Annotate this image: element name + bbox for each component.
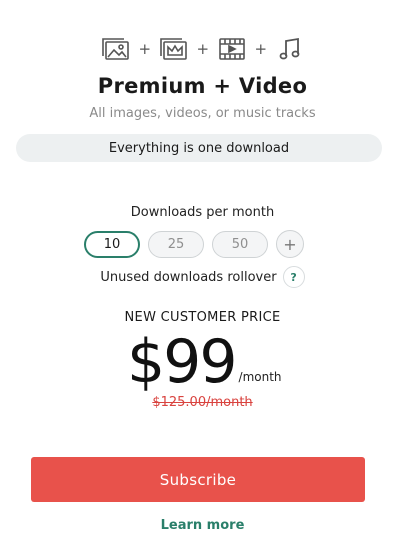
price-amount: $99 bbox=[127, 327, 238, 397]
original-price: $125.00/month bbox=[152, 395, 253, 410]
video-icon bbox=[217, 34, 247, 64]
more-downloads-button[interactable]: + bbox=[276, 230, 304, 258]
plan-subtitle: All images, videos, or music tracks bbox=[89, 106, 316, 121]
price-display: $99 /month bbox=[127, 328, 282, 396]
plus-sign: + bbox=[196, 40, 210, 58]
downloads-option-10[interactable]: 10 bbox=[84, 230, 140, 258]
downloads-options: 10 25 50 + bbox=[84, 230, 304, 258]
plus-sign: + bbox=[254, 40, 268, 58]
subscribe-button[interactable]: Subscribe bbox=[31, 457, 365, 502]
rollover-row: Unused downloads rollover ? bbox=[0, 266, 405, 288]
learn-more-link[interactable]: Learn more bbox=[0, 518, 405, 533]
downloads-option-25[interactable]: 25 bbox=[148, 230, 204, 258]
one-download-pill: Everything is one download bbox=[16, 134, 382, 162]
image-icon bbox=[101, 34, 131, 64]
music-icon bbox=[275, 34, 305, 64]
downloads-label: Downloads per month bbox=[130, 205, 275, 220]
help-icon[interactable]: ? bbox=[282, 266, 305, 288]
plan-title: Premium + Video bbox=[97, 74, 308, 98]
new-customer-price-label: NEW CUSTOMER PRICE bbox=[124, 310, 281, 325]
plus-sign: + bbox=[138, 40, 152, 58]
product-icons-row: + + + bbox=[0, 34, 405, 64]
crown-image-icon bbox=[159, 34, 189, 64]
downloads-option-50[interactable]: 50 bbox=[212, 230, 268, 258]
price-period: /month bbox=[238, 370, 282, 384]
rollover-text: Unused downloads rollover bbox=[100, 269, 277, 285]
